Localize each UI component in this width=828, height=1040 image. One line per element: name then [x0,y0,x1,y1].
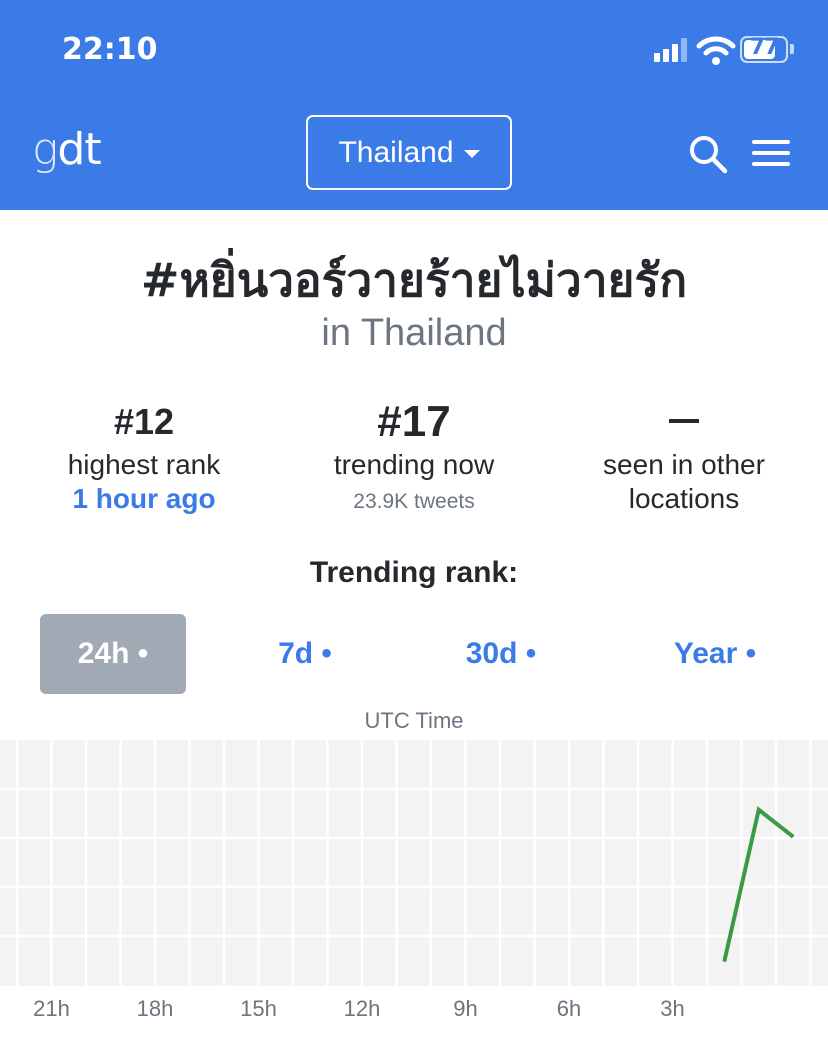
stat-trending-now: #17 trending now 23.9K tweets [276,396,552,522]
chart-background [0,740,828,986]
utc-time-label: UTC Time [364,708,464,733]
stat-other-locations: — seen in other locations [546,396,822,516]
battery-cap [790,44,794,54]
tab-30d[interactable]: 30d • [436,614,566,694]
x-tick-label: 9h [453,996,477,1021]
caret-down-icon [463,149,480,158]
battery-icon: 77 [740,35,788,63]
search-icon[interactable] [688,134,728,174]
signal-icon [654,38,688,62]
menu-icon[interactable] [752,138,792,168]
trending-rank-chart: 21h 18h 15h 12h 9h 6h 3h [0,740,828,1021]
country-select-button[interactable]: Thailand [306,115,512,190]
country-select-label: Thailand [338,135,454,169]
highest-rank-time-link[interactable]: 1 hour ago [6,482,282,516]
x-tick-label: 3h [660,996,684,1021]
other-locations-label-1: seen in other [603,449,765,480]
stat-highest-rank: #12 highest rank 1 hour ago [6,396,282,516]
top-bar: 22:10 77 gdt Thailand [0,0,828,210]
chart-grid [0,740,828,986]
tab-24h[interactable]: 24h • [40,614,186,694]
range-tabs: 24h • 7d • 30d • Year • [0,614,828,694]
gdt-logo[interactable]: gdt [32,124,102,175]
highest-rank-value: #12 [113,401,175,442]
trending-rank-heading: Trending rank: [309,556,519,589]
current-rank-label: trending now [333,449,495,480]
tab-7d[interactable]: 7d • [240,614,370,694]
location-subtitle: in Thailand [321,312,507,354]
x-tick-label: 21h [33,996,70,1021]
logo-dt: dt [57,124,101,175]
other-locations-value: — [546,396,822,448]
logo-g: g [32,124,58,175]
highest-rank-label: highest rank [67,449,221,480]
current-rank-value: #17 [377,397,451,446]
x-tick-label: 18h [137,996,174,1021]
x-tick-label: 6h [557,996,581,1021]
tweet-count: 23.9K tweets [353,490,475,513]
chart-x-labels: 21h 18h 15h 12h 9h 6h 3h [33,996,685,1021]
wifi-icon [696,36,736,65]
dash-mark [669,419,699,424]
battery-percent: 77 [749,35,780,60]
x-tick-label: 12h [344,996,381,1021]
tab-year[interactable]: Year • [640,614,790,694]
x-tick-label: 15h [240,996,277,1021]
hashtag-title: #หยิ่นวอร์วายร้ายไม่วายรัก [140,253,688,307]
status-time: 22:10 [62,32,158,67]
other-locations-label-2: locations [628,483,740,514]
